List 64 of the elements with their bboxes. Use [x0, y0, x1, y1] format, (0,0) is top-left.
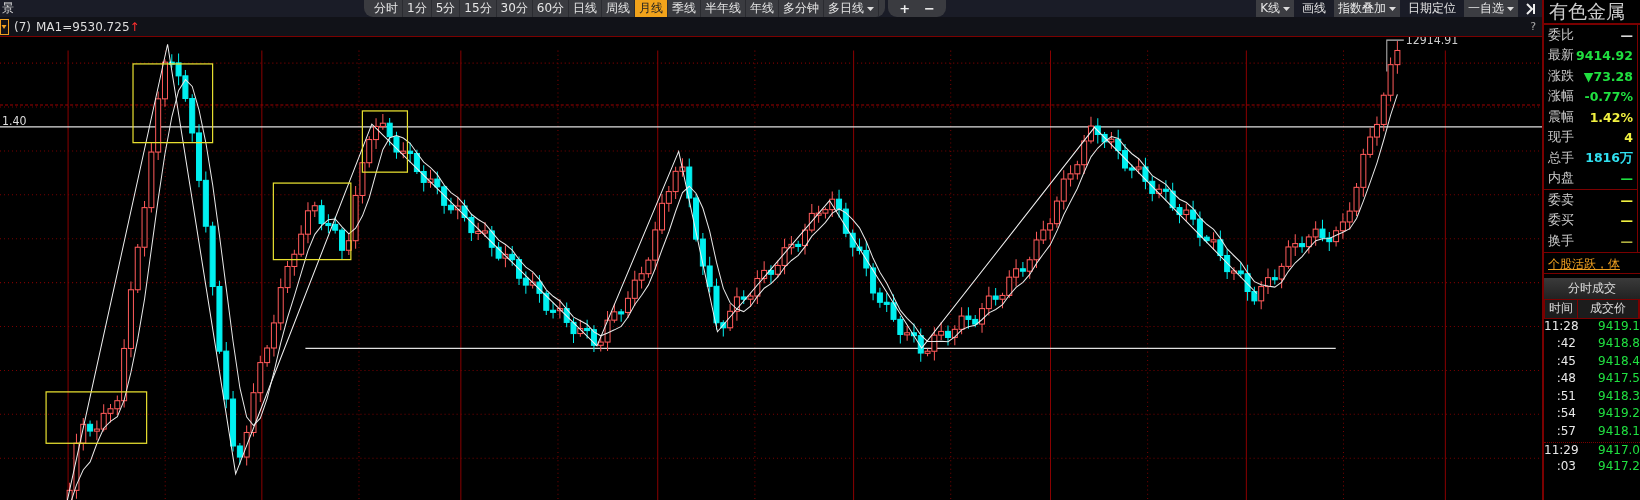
quote-label: 震幅 — [1548, 108, 1574, 126]
quote-value: 4 — [1624, 130, 1633, 146]
column-header: 时间 — [1545, 299, 1578, 318]
quote-label: 最新 — [1548, 47, 1574, 65]
trade-time: :48 — [1555, 371, 1576, 388]
zoom-button[interactable]: + — [896, 0, 914, 17]
trade-time: 11:28 — [1544, 318, 1576, 335]
trade-time: :54 — [1555, 406, 1576, 423]
quote-value: -0.77% — [1584, 89, 1633, 105]
quote-value: 1816万 — [1585, 149, 1633, 167]
high-label: 12914.91 — [1405, 37, 1459, 48]
indicator-value: MA1=9530.725 — [36, 19, 130, 34]
level-label: 1.40 — [2, 114, 27, 128]
trade-price: 9419.2 — [1597, 406, 1640, 423]
toolbar-button[interactable]: 画线 — [1298, 0, 1330, 17]
quote-value: — — [1620, 27, 1633, 43]
quote-value: — — [1620, 171, 1633, 187]
index-name: 有色金属 — [1544, 0, 1640, 25]
quote-label: 委比 — [1548, 26, 1574, 44]
quote-label: 内盘 — [1548, 170, 1574, 188]
high-marker — [1386, 39, 1405, 72]
quote-value: — — [1620, 213, 1633, 229]
quote-label: 总手 — [1548, 149, 1574, 167]
quote-label: 委买 — [1548, 212, 1574, 230]
trend-arrow: ↑ — [129, 19, 140, 34]
highlight-box — [361, 110, 409, 173]
quote-label: 委卖 — [1548, 191, 1574, 209]
trade-time: :42 — [1555, 336, 1576, 353]
trade-time: :03 — [1555, 459, 1576, 476]
trade-price: 9418.3 — [1597, 388, 1640, 405]
trade-time: :51 — [1555, 388, 1576, 405]
collapse-icon[interactable] — [1526, 2, 1538, 15]
toolbar-button[interactable]: K线 — [1256, 0, 1294, 17]
trades-header: 分时成交 — [1544, 277, 1640, 299]
trade-price: 9417.0 — [1597, 442, 1640, 459]
toolbar-button[interactable]: 日期定位 — [1404, 0, 1460, 17]
quote-label: 涨跌 — [1548, 67, 1574, 85]
news-ticker[interactable]: 个股活跃，体 — [1544, 251, 1640, 274]
zoom-button[interactable]: − — [921, 0, 938, 17]
toolbar-button[interactable]: 指数叠加 — [1334, 0, 1400, 17]
trade-price: 9418.1 — [1597, 424, 1640, 441]
quote-label: 换手 — [1548, 232, 1574, 250]
quote-value: — — [1620, 233, 1633, 249]
quote-value: 9414.92 — [1576, 48, 1633, 64]
trade-price: 9417.2 — [1597, 459, 1640, 476]
trade-price: 9419.1 — [1597, 318, 1640, 335]
dropdown-icon[interactable] — [0, 18, 9, 35]
toolbar-button[interactable]: 一自选 — [1464, 0, 1518, 17]
trade-time: 11:29 — [1544, 442, 1576, 459]
trade-price: 9418.4 — [1597, 353, 1640, 370]
trade-price: 9417.5 — [1597, 371, 1640, 388]
trade-time: :45 — [1555, 353, 1576, 370]
quote-label: 涨幅 — [1548, 88, 1574, 106]
quote-label: 现手 — [1548, 129, 1574, 147]
quote-value: ▼73.28 — [1583, 68, 1633, 84]
window-title: 景 — [1, 0, 15, 17]
column-header: 成交价 — [1577, 299, 1639, 318]
trade-price: 9418.8 — [1597, 336, 1640, 353]
period-tab[interactable]: 月线 — [635, 0, 669, 17]
trade-time: :57 — [1555, 424, 1576, 441]
quote-value: 1.42% — [1589, 109, 1633, 125]
indicator-count: (7) — [14, 19, 31, 34]
help-link[interactable]: ? — [1530, 20, 1536, 33]
quote-value: — — [1620, 192, 1633, 208]
